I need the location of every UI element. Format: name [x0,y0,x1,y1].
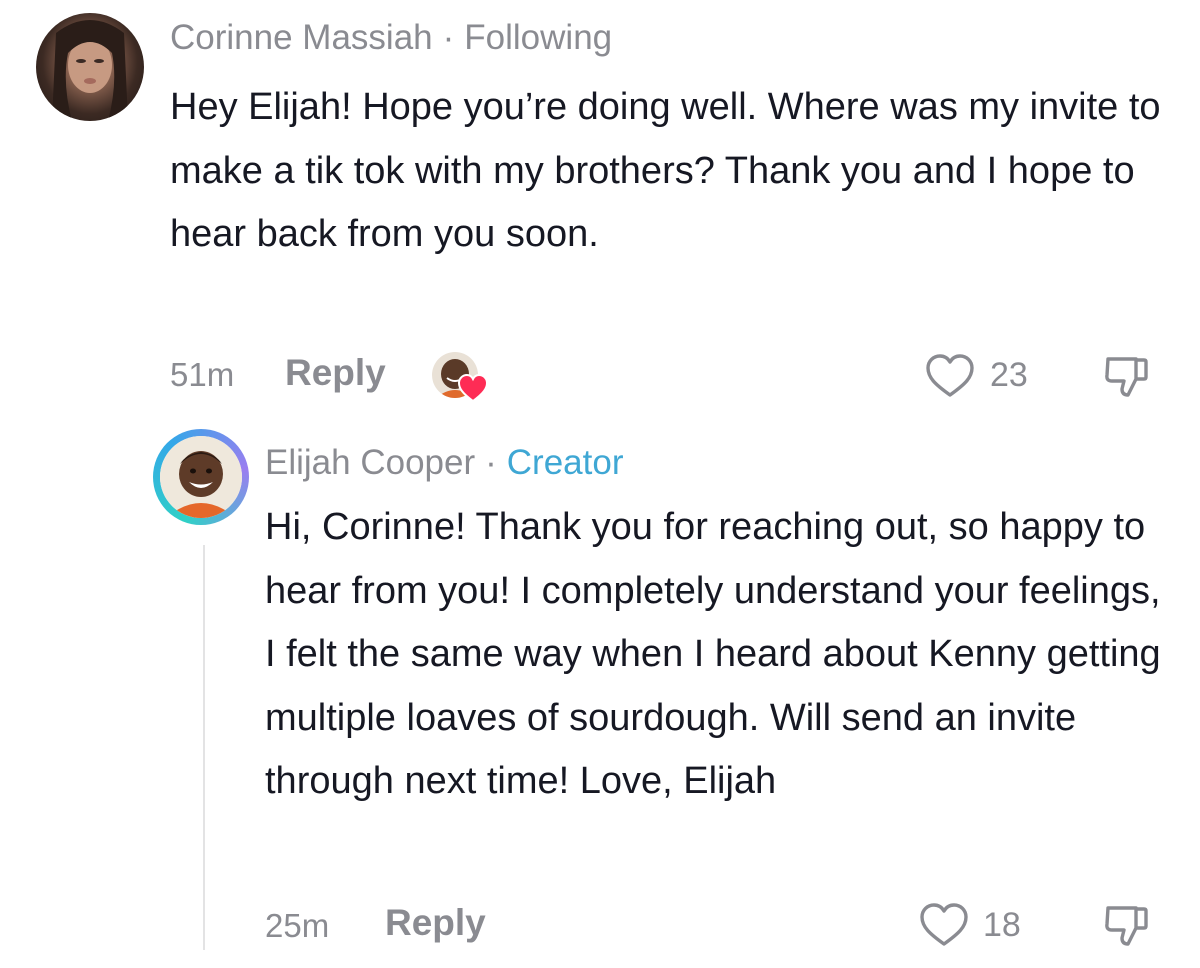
reply-text: Hi, Corinne! Thank you for reaching out,… [265,506,1161,802]
dislike-icon[interactable] [1100,900,1152,950]
separator-dot: · [442,18,455,57]
creator-avatar[interactable] [160,436,242,518]
creator-badge: Creator [506,443,624,482]
like-heart-icon[interactable] [918,900,970,950]
like-heart-icon[interactable] [924,351,976,401]
separator-dot: · [485,443,497,482]
comment-author[interactable]: Corinne Massiah [170,18,433,57]
reply-header: Elijah Cooper · Creator [265,443,624,483]
commenter-avatar[interactable] [36,13,144,121]
dislike-icon[interactable] [1100,351,1152,401]
creator-heart-icon [457,373,489,403]
comment-text: Hey Elijah! Hope you’re doing well. Wher… [170,86,1161,255]
like-count: 23 [990,356,1028,394]
reply-thread-line [203,545,205,950]
comment-timestamp: 51m [170,356,235,393]
following-label: Following [464,18,613,57]
comment-header: Corinne Massiah · Following [170,18,612,58]
reply-timestamp: 25m [265,907,330,944]
reply-reply-button[interactable]: Reply [385,902,486,944]
like-count: 18 [983,906,1021,944]
reply-author[interactable]: Elijah Cooper [265,443,475,482]
comment-reply-button[interactable]: Reply [285,352,386,394]
